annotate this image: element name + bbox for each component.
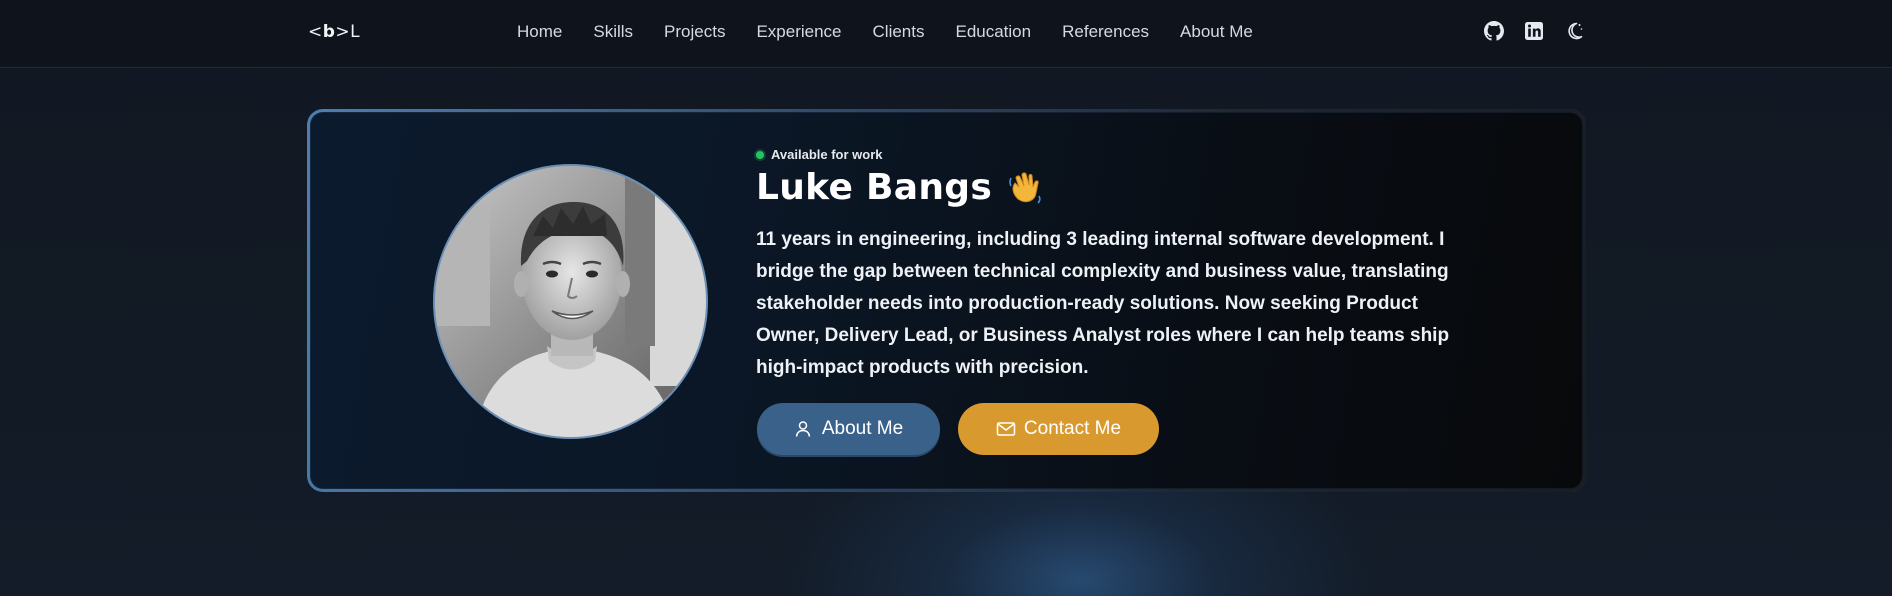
site-logo[interactable]: <b>L xyxy=(308,22,360,42)
hero-name: Luke Bangs xyxy=(756,167,993,208)
hero-card: Available for work Luke Bangs 11 years i… xyxy=(307,109,1586,492)
nav-link-about-me[interactable]: About Me xyxy=(1180,22,1253,42)
hero-heading: Luke Bangs xyxy=(756,167,1044,208)
nav-link-projects[interactable]: Projects xyxy=(664,22,725,42)
nav-link-home[interactable]: Home xyxy=(517,22,562,42)
hero-bio: 11 years in engineering, including 3 lea… xyxy=(756,229,1450,378)
navbar: <b>L Home Skills Projects Experience Cli… xyxy=(0,0,1892,68)
nav-link-references[interactable]: References xyxy=(1062,22,1149,42)
logo-letter: L xyxy=(350,22,361,42)
nav-link-skills[interactable]: Skills xyxy=(593,22,633,42)
logo-close-bracket: > xyxy=(335,22,351,42)
logo-bold-letter: b xyxy=(322,22,336,42)
profile-photo xyxy=(433,164,708,439)
linkedin-icon[interactable] xyxy=(1524,21,1544,41)
about-me-button[interactable]: About Me xyxy=(757,403,940,455)
contact-me-button-label: Contact Me xyxy=(1023,418,1122,439)
logo-open-bracket: < xyxy=(308,22,323,42)
theme-toggle-icon[interactable] xyxy=(1564,21,1584,41)
nav-link-clients[interactable]: Clients xyxy=(873,22,925,42)
mail-icon xyxy=(996,420,1016,438)
nav-icons xyxy=(1484,21,1584,41)
nav-link-education[interactable]: Education xyxy=(955,22,1031,42)
contact-me-button[interactable]: Contact Me xyxy=(958,403,1159,455)
github-icon[interactable] xyxy=(1484,21,1504,41)
about-me-button-label: About Me xyxy=(821,418,904,439)
waving-hand-icon xyxy=(1006,169,1044,207)
nav-links: Home Skills Projects Experience Clients … xyxy=(517,22,1284,42)
nav-link-experience[interactable]: Experience xyxy=(756,22,841,42)
availability-status: Available for work xyxy=(756,147,883,162)
user-icon xyxy=(794,420,812,438)
status-text: Available for work xyxy=(771,147,883,162)
status-dot-icon xyxy=(756,150,764,159)
